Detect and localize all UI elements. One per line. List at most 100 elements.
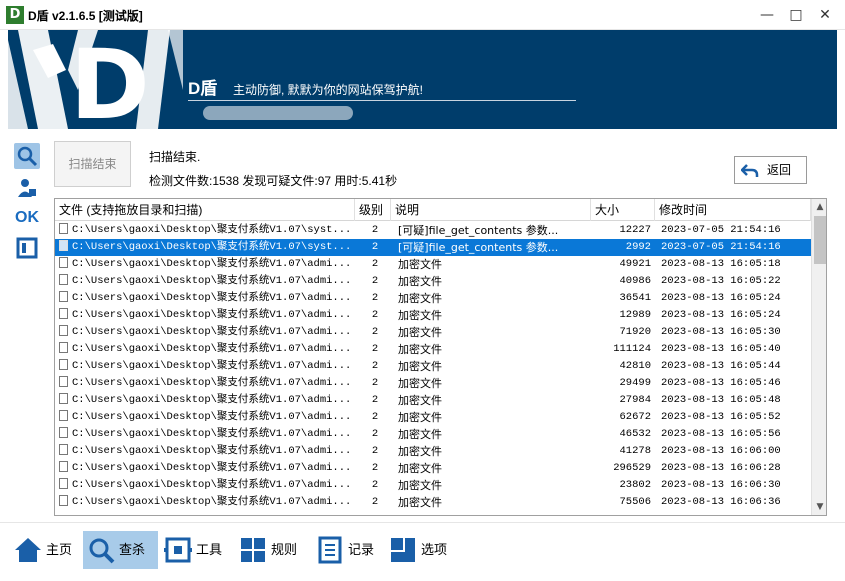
nav-tools-label: 工具 (196, 542, 223, 557)
d-shield-logo: D (8, 30, 183, 129)
cell-size: 29499 (619, 377, 651, 389)
user-icon[interactable] (14, 175, 40, 201)
file-path: C:\Users\gaoxi\Desktop\聚支付系统V1.07\admi..… (72, 377, 352, 389)
scroll-up-arrow-icon[interactable]: ▲ (812, 199, 826, 215)
cell-size: 71920 (619, 326, 651, 338)
cell-file: C:\Users\gaoxi\Desktop\聚支付系统V1.07\admi..… (59, 477, 355, 494)
scan-end-button[interactable]: 扫描结束 (54, 141, 131, 187)
table-row[interactable]: C:\Users\gaoxi\Desktop\聚支付系统V1.07\admi..… (55, 290, 811, 307)
cell-size: 12989 (619, 309, 651, 321)
cell-level: 2 (371, 326, 379, 338)
table-row[interactable]: C:\Users\gaoxi\Desktop\聚支付系统V1.07\admi..… (55, 443, 811, 460)
file-path: C:\Users\gaoxi\Desktop\聚支付系统V1.07\admi..… (72, 445, 352, 457)
nav-tools[interactable]: 工具 (160, 531, 228, 569)
cell-desc: [可疑]file_get_contents 参数... (398, 241, 559, 254)
file-path: C:\Users\gaoxi\Desktop\聚支付系统V1.07\admi..… (72, 343, 352, 355)
nav-scan[interactable]: 查杀 (83, 531, 158, 569)
cell-size: 36541 (619, 292, 651, 304)
cell-file: C:\Users\gaoxi\Desktop\聚支付系统V1.07\admi..… (59, 460, 355, 477)
cell-file: C:\Users\gaoxi\Desktop\聚支付系统V1.07\admi..… (59, 273, 355, 290)
cell-desc: 加密文件 (398, 275, 442, 288)
nav-rules[interactable]: 规则 (235, 531, 303, 569)
table-row[interactable]: C:\Users\gaoxi\Desktop\聚支付系统V1.07\admi..… (55, 409, 811, 426)
file-path: C:\Users\gaoxi\Desktop\聚支付系统V1.07\admi..… (72, 360, 352, 372)
file-path: C:\Users\gaoxi\Desktop\聚支付系统V1.07\admi..… (72, 275, 352, 287)
close-button[interactable]: ✕ (810, 0, 840, 30)
cell-desc: 加密文件 (398, 309, 442, 322)
cell-level: 2 (371, 360, 379, 372)
nav-log[interactable]: 记录 (312, 531, 380, 569)
column-header-file[interactable]: 文件 (支持拖放目录和扫描) (55, 199, 355, 221)
nav-options[interactable]: 选项 (385, 531, 453, 569)
cell-file: C:\Users\gaoxi\Desktop\聚支付系统V1.07\admi..… (59, 426, 355, 443)
table-row[interactable]: C:\Users\gaoxi\Desktop\聚支付系统V1.07\syst..… (55, 222, 811, 239)
column-header-desc[interactable]: 说明 (391, 199, 591, 221)
search-icon[interactable] (14, 143, 40, 169)
cell-time: 2023-07-05 21:54:16 (661, 224, 781, 236)
table-row[interactable]: C:\Users\gaoxi\Desktop\聚支付系统V1.07\admi..… (55, 256, 811, 273)
table-row[interactable]: C:\Users\gaoxi\Desktop\聚支付系统V1.07\admi..… (55, 494, 811, 511)
nav-home[interactable]: 主页 (10, 531, 78, 569)
table-row[interactable]: C:\Users\gaoxi\Desktop\聚支付系统V1.07\admi..… (55, 307, 811, 324)
cell-size: 111124 (613, 343, 651, 355)
frame-icon[interactable] (14, 235, 40, 261)
nav-log-label: 记录 (348, 542, 375, 557)
cell-level: 2 (371, 309, 379, 321)
cell-file: C:\Users\gaoxi\Desktop\聚支付系统V1.07\admi..… (59, 307, 355, 324)
cell-desc: 加密文件 (398, 258, 442, 271)
cell-desc: 加密文件 (398, 377, 442, 390)
cell-level: 2 (371, 496, 379, 508)
cell-size: 23802 (619, 479, 651, 491)
tools-icon (164, 537, 192, 563)
column-header-time[interactable]: 修改时间 (655, 199, 811, 221)
rules-icon (241, 538, 265, 562)
vertical-scrollbar[interactable]: ▲ ▼ (811, 199, 826, 515)
cell-file: C:\Users\gaoxi\Desktop\聚支付系统V1.07\admi..… (59, 324, 355, 341)
scroll-down-arrow-icon[interactable]: ▼ (812, 499, 826, 515)
cell-level: 2 (371, 224, 379, 236)
table-row[interactable]: C:\Users\gaoxi\Desktop\聚支付系统V1.07\admi..… (55, 460, 811, 477)
file-icon (59, 478, 68, 489)
cell-level: 2 (371, 445, 379, 457)
cell-size: 12227 (619, 224, 651, 236)
log-icon (318, 536, 342, 564)
cell-file: C:\Users\gaoxi\Desktop\聚支付系统V1.07\admi..… (59, 392, 355, 409)
cell-desc: 加密文件 (398, 496, 442, 509)
table-row[interactable]: C:\Users\gaoxi\Desktop\聚支付系统V1.07\admi..… (55, 375, 811, 392)
cell-size: 296529 (613, 462, 651, 474)
maximize-button[interactable]: □ (781, 0, 811, 30)
scrollbar-thumb[interactable] (814, 216, 826, 264)
cell-time: 2023-08-13 16:05:46 (661, 377, 781, 389)
cell-level: 2 (371, 462, 379, 474)
table-row[interactable]: C:\Users\gaoxi\Desktop\聚支付系统V1.07\admi..… (55, 358, 811, 375)
cell-file: C:\Users\gaoxi\Desktop\聚支付系统V1.07\admi..… (59, 290, 355, 307)
column-header-size[interactable]: 大小 (591, 199, 655, 221)
cell-time: 2023-08-13 16:06:28 (661, 462, 781, 474)
cell-desc: 加密文件 (398, 394, 442, 407)
file-path: C:\Users\gaoxi\Desktop\聚支付系统V1.07\admi..… (72, 258, 352, 270)
table-header: 文件 (支持拖放目录和扫描) 级别 说明 大小 修改时间 (55, 199, 811, 221)
table-row[interactable]: C:\Users\gaoxi\Desktop\聚支付系统V1.07\admi..… (55, 477, 811, 494)
results-table[interactable]: 文件 (支持拖放目录和扫描) 级别 说明 大小 修改时间 C:\Users\ga… (54, 198, 827, 516)
cell-file: C:\Users\gaoxi\Desktop\聚支付系统V1.07\admi..… (59, 358, 355, 375)
minimize-button[interactable]: — (752, 0, 782, 30)
table-row[interactable]: C:\Users\gaoxi\Desktop\聚支付系统V1.07\admi..… (55, 324, 811, 341)
table-row[interactable]: C:\Users\gaoxi\Desktop\聚支付系统V1.07\admi..… (55, 273, 811, 290)
column-header-level[interactable]: 级别 (355, 199, 391, 221)
cell-file: C:\Users\gaoxi\Desktop\聚支付系统V1.07\admi..… (59, 375, 355, 392)
ok-icon[interactable]: OK (14, 205, 40, 231)
table-row[interactable]: C:\Users\gaoxi\Desktop\聚支付系统V1.07\syst..… (55, 239, 811, 256)
table-row[interactable]: C:\Users\gaoxi\Desktop\聚支付系统V1.07\admi..… (55, 392, 811, 409)
table-row[interactable]: C:\Users\gaoxi\Desktop\聚支付系统V1.07\admi..… (55, 426, 811, 443)
table-row[interactable]: C:\Users\gaoxi\Desktop\聚支付系统V1.07\admi..… (55, 341, 811, 358)
file-icon (59, 325, 68, 336)
cell-time: 2023-08-13 16:06:36 (661, 496, 781, 508)
cell-time: 2023-07-05 21:54:16 (661, 241, 781, 253)
file-icon (59, 376, 68, 387)
file-path: C:\Users\gaoxi\Desktop\聚支付系统V1.07\admi..… (72, 428, 352, 440)
cell-time: 2023-08-13 16:05:24 (661, 292, 781, 304)
back-button[interactable]: 返回 (734, 156, 807, 184)
file-icon (59, 410, 68, 421)
cell-time: 2023-08-13 16:05:18 (661, 258, 781, 270)
cell-level: 2 (371, 275, 379, 287)
